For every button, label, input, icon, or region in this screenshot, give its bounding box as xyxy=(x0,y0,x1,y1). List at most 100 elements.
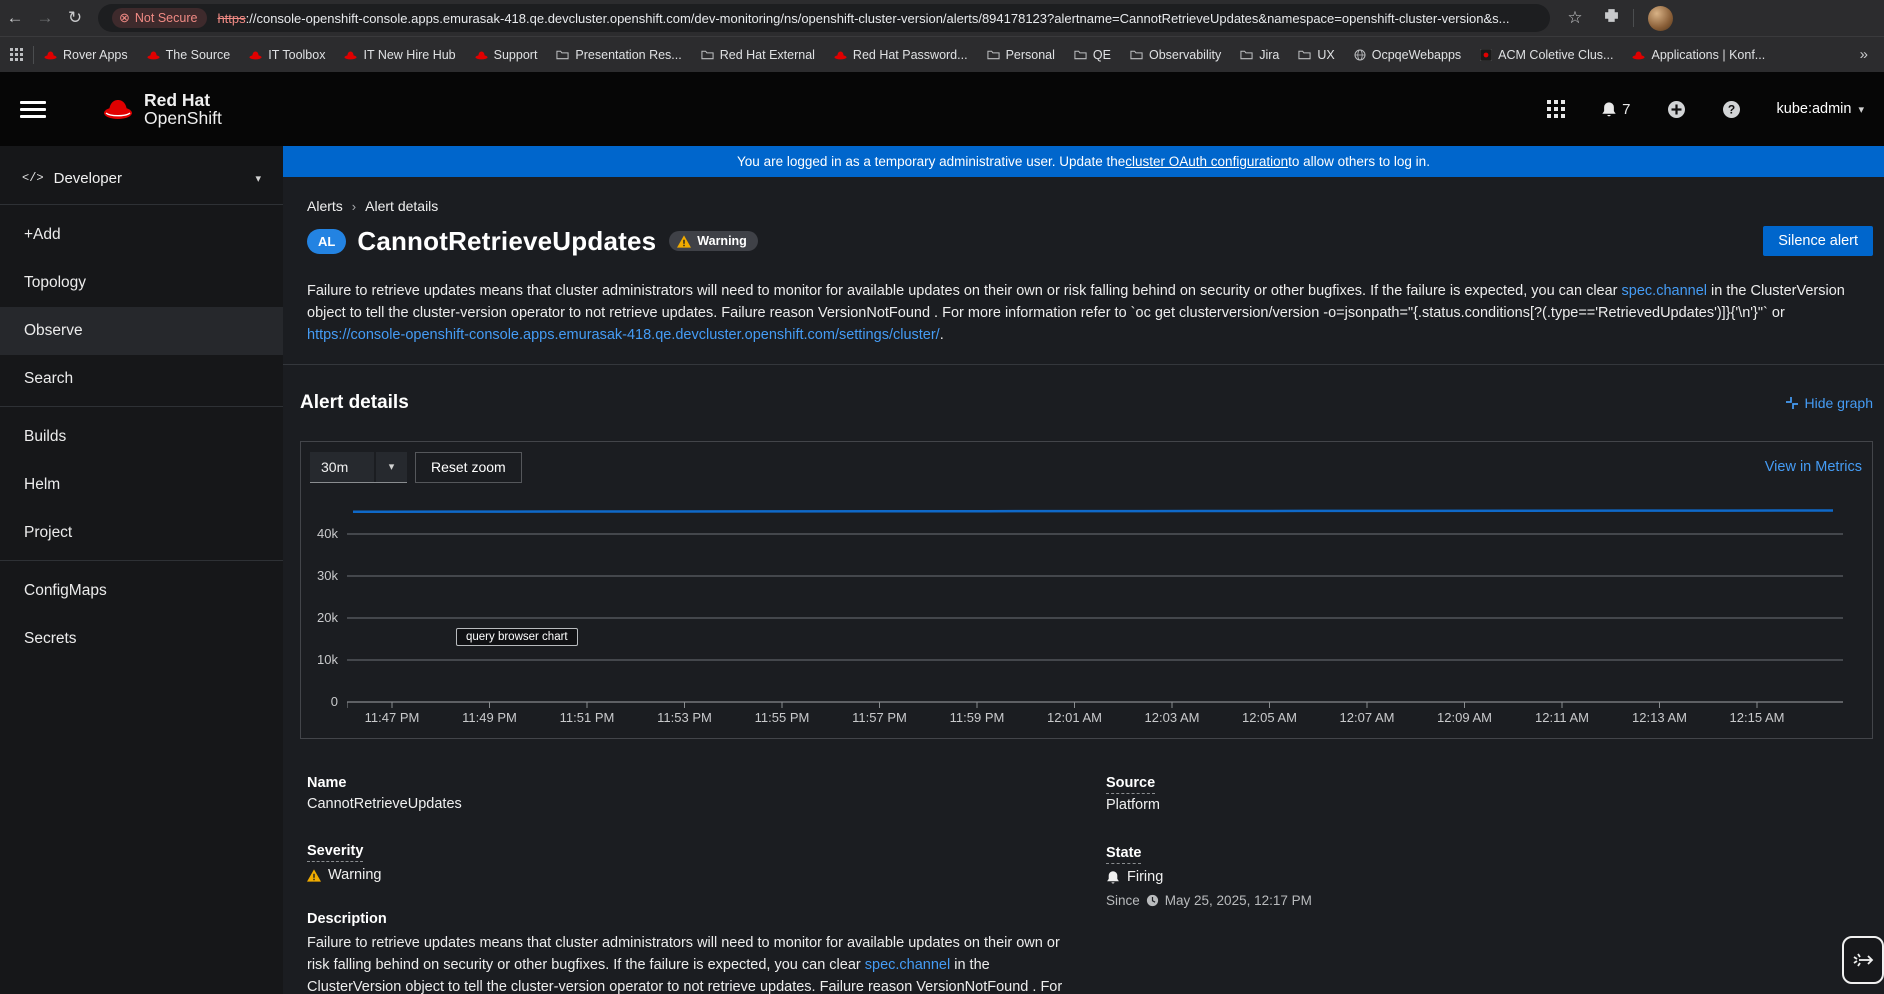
redhat-fedora-icon xyxy=(344,50,358,59)
sidebar-item-project[interactable]: Project xyxy=(0,509,283,557)
bookmark-item[interactable]: IT Toolbox xyxy=(249,48,325,62)
perspective-label: Developer xyxy=(53,169,122,187)
x-tick-label: 12:13 AM xyxy=(1632,710,1687,725)
bookmark-label: Red Hat External xyxy=(719,47,815,62)
field-name-value: CannotRetrieveUpdates xyxy=(307,796,462,812)
select-caret-icon: ▾ xyxy=(374,451,407,482)
sidebar-item-configmaps[interactable]: ConfigMaps xyxy=(0,567,283,615)
x-axis-labels: 11:47 PM 11:49 PM 11:51 PM 11:53 PM 11:55 PM… xyxy=(347,706,1843,730)
breadcrumb-separator-icon: › xyxy=(351,198,357,214)
acm-icon xyxy=(1480,48,1493,61)
redhat-fedora-icon xyxy=(249,50,262,59)
notifications-bell[interactable]: 7 xyxy=(1601,100,1631,118)
user-menu[interactable]: kube:admin ▾ xyxy=(1777,101,1865,117)
url-bar[interactable]: ⊗ Not Secure https://console-openshift-c… xyxy=(98,4,1550,32)
sidebar-nav: </> Developer ▾ +Add Topology Observe Searc… xyxy=(0,146,283,994)
browser-toolbar: ← → ↻ ⊗ Not Secure https://console-opens… xyxy=(0,0,1884,36)
y-tick-label: 30k xyxy=(317,568,338,583)
brand-redhat: Red Hat xyxy=(144,89,211,110)
bookmark-item[interactable]: Red Hat External xyxy=(701,48,815,62)
sidebar-item--add[interactable]: +Add xyxy=(0,211,283,259)
x-tick-label: 12:01 AM xyxy=(1047,710,1102,725)
cluster-settings-link[interactable]: https://console-openshift-console.apps.e… xyxy=(307,327,940,343)
time-range-select[interactable]: 30m ▾ xyxy=(310,451,407,483)
bookmark-item[interactable]: IT New Hire Hub xyxy=(344,47,456,62)
back-icon[interactable]: ← xyxy=(0,8,30,28)
cluster-oauth-link[interactable]: cluster OAuth configuration xyxy=(1125,154,1288,169)
perspective-caret-icon: ▾ xyxy=(255,172,261,185)
login-notice-banner: You are logged in as a temporary adminis… xyxy=(283,146,1884,177)
hide-graph-link[interactable]: Hide graph xyxy=(1785,395,1873,411)
bookmark-item[interactable]: Presentation Res... xyxy=(556,47,682,62)
redhat-fedora-icon xyxy=(147,50,160,59)
nav-divider xyxy=(0,204,283,205)
main-content: You are logged in as a temporary adminis… xyxy=(283,146,1884,994)
alert-metric-chart[interactable] xyxy=(347,502,1843,714)
sidebar-item-secrets[interactable]: Secrets xyxy=(0,615,283,663)
bookmark-label: Jira xyxy=(1259,47,1280,62)
notification-count: 7 xyxy=(1622,100,1631,118)
app-launcher-icon[interactable] xyxy=(1547,100,1566,118)
web-terminal-fab[interactable] xyxy=(1842,936,1884,984)
time-range-value: 30m xyxy=(321,458,349,475)
bookmarks-overflow-icon[interactable]: » xyxy=(1854,46,1874,63)
redhat-fedora-icon xyxy=(104,100,132,119)
spec-channel-link[interactable]: spec.channel xyxy=(865,957,950,973)
username: kube:admin xyxy=(1776,101,1852,117)
bookmark-item[interactable]: UX xyxy=(1298,48,1335,62)
bookmark-item[interactable]: Applications | Konf... xyxy=(1632,48,1765,62)
bookmark-star-icon[interactable]: ☆ xyxy=(1560,8,1590,28)
bookmark-label: IT New Hire Hub xyxy=(363,47,456,62)
bookmark-item[interactable]: Personal xyxy=(986,48,1055,62)
bookmark-item[interactable]: Jira xyxy=(1240,48,1279,62)
reset-zoom-button[interactable]: Reset zoom xyxy=(415,451,522,483)
x-tick-label: 12:07 AM xyxy=(1339,710,1395,725)
url-scheme-struck: https xyxy=(217,10,246,26)
redhat-fedora-icon xyxy=(44,50,57,59)
extensions-icon[interactable] xyxy=(1604,8,1619,28)
alert-resource-badge: AL xyxy=(307,228,347,254)
field-description-value: Failure to retrieve updates means that c… xyxy=(307,935,1063,994)
sidebar-item-observe[interactable]: Observe xyxy=(0,307,283,355)
field-description-label: Description xyxy=(307,911,387,927)
breadcrumb-alerts-link[interactable]: Alerts xyxy=(307,198,343,214)
bookmark-item[interactable]: OcpqeWebapps xyxy=(1354,48,1461,62)
bookmark-item[interactable]: QE xyxy=(1074,48,1111,62)
bookmark-item[interactable]: The Source xyxy=(147,48,230,62)
reload-icon[interactable]: ↻ xyxy=(60,8,90,28)
bookmark-item[interactable]: Observability xyxy=(1130,48,1221,62)
bookmarks-divider xyxy=(33,45,34,64)
bookmark-label: Support xyxy=(493,47,538,62)
apps-grid-icon[interactable] xyxy=(10,48,23,61)
perspective-switcher[interactable]: </> Developer ▾ xyxy=(0,160,283,196)
section-title: Alert details xyxy=(300,392,409,413)
bookmark-label: Presentation Res... xyxy=(575,47,682,62)
view-in-metrics-link[interactable]: View in Metrics xyxy=(1765,459,1862,475)
sidebar-item-topology[interactable]: Topology xyxy=(0,259,283,307)
not-secure-badge[interactable]: ⊗ Not Secure xyxy=(112,8,208,28)
add-plus-circle-icon[interactable] xyxy=(1667,100,1686,119)
y-tick-label: 10k xyxy=(317,652,338,667)
sidebar-item-search[interactable]: Search xyxy=(0,355,283,403)
help-question-circle-icon[interactable]: ? xyxy=(1722,100,1741,119)
bookmark-item[interactable]: Rover Apps xyxy=(44,48,128,62)
x-tick-label: 11:59 PM xyxy=(949,710,1005,725)
sidebar-item-builds[interactable]: Builds xyxy=(0,413,283,461)
bookmark-item[interactable]: ACM Coletive Clus... xyxy=(1480,48,1613,62)
field-since-value: Since May 25, 2025, 12:17 PM xyxy=(1106,893,1312,908)
folder-icon xyxy=(1074,50,1087,60)
y-tick-label: 20k xyxy=(317,610,338,625)
bookmark-label: ACM Coletive Clus... xyxy=(1498,47,1614,62)
arrow-spark-icon xyxy=(1853,953,1874,967)
bookmark-item[interactable]: Support xyxy=(475,47,538,62)
nav-toggle-hamburger-icon[interactable] xyxy=(20,97,46,122)
silence-alert-button[interactable]: Silence alert xyxy=(1763,226,1873,256)
sidebar-item-helm[interactable]: Helm xyxy=(0,461,283,509)
bookmark-label: Applications | Konf... xyxy=(1651,47,1766,62)
forward-icon[interactable]: → xyxy=(30,8,60,28)
folder-icon xyxy=(701,50,714,60)
nav-divider xyxy=(0,406,283,407)
spec-channel-link[interactable]: spec.channel xyxy=(1622,283,1707,299)
bookmark-item[interactable]: Red Hat Password... xyxy=(834,48,968,62)
browser-profile-avatar[interactable] xyxy=(1648,5,1673,31)
